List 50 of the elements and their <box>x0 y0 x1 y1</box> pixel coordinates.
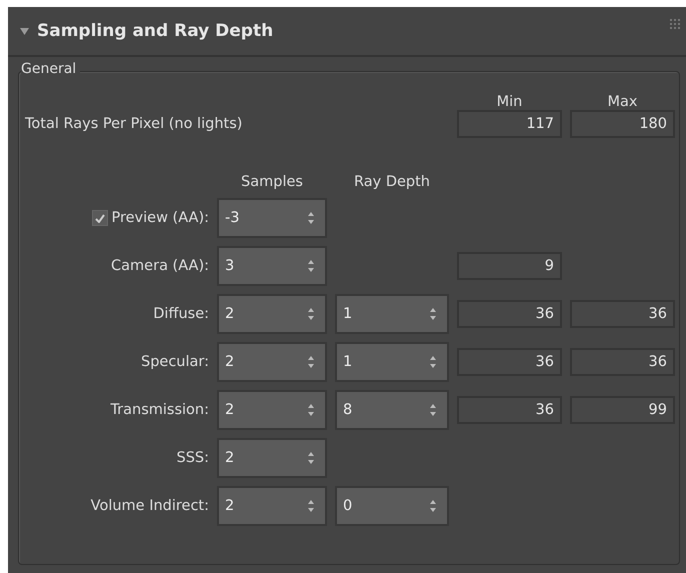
field-label: SSS: <box>176 450 209 466</box>
spinner-arrows-icon[interactable] <box>429 307 437 321</box>
column-header: Ray Depth <box>354 174 430 190</box>
spinner-field[interactable]: 2 <box>217 294 327 334</box>
spinner-arrows-icon[interactable] <box>307 259 315 273</box>
readout-field: 36 <box>457 348 562 376</box>
spinner-arrows-icon[interactable] <box>307 307 315 321</box>
spinner-arrows-icon[interactable] <box>307 451 315 465</box>
spinner-arrows-icon[interactable] <box>307 355 315 369</box>
readout-field: 9 <box>457 252 562 280</box>
spinner-field[interactable]: 2 <box>217 342 327 382</box>
spinner-field[interactable]: 1 <box>335 294 449 334</box>
readout-field: 117 <box>457 110 562 138</box>
field-label: Specular: <box>141 354 209 370</box>
spinner-arrows-icon[interactable] <box>429 403 437 417</box>
spinner-field[interactable]: -3 <box>217 198 327 238</box>
spinner-field[interactable]: 2 <box>217 486 327 526</box>
spinner-field[interactable]: 2 <box>217 390 327 430</box>
checkbox[interactable] <box>92 210 108 226</box>
spinner-arrows-icon[interactable] <box>307 499 315 513</box>
column-header: Samples <box>241 174 303 190</box>
readout-field: 36 <box>570 300 675 328</box>
field-label: Total Rays Per Pixel (no lights) <box>24 116 242 132</box>
group-title: General <box>21 61 80 77</box>
field-label: Preview (AA): <box>112 210 209 226</box>
readout-field: 36 <box>457 396 562 424</box>
spinner-arrows-icon[interactable] <box>307 403 315 417</box>
field-label: Transmission: <box>110 402 209 418</box>
column-header: Min <box>496 94 522 110</box>
spinner-field[interactable]: 2 <box>217 438 327 478</box>
collapse-triangle-icon[interactable] <box>20 28 29 34</box>
rollout-header[interactable]: Sampling and Ray Depth <box>8 7 686 57</box>
readout-field: 36 <box>570 348 675 376</box>
rollout-title: Sampling and Ray Depth <box>37 21 274 41</box>
readout-field: 36 <box>457 300 562 328</box>
spinner-arrows-icon[interactable] <box>307 211 315 225</box>
readout-field: 180 <box>570 110 675 138</box>
field-label: Volume Indirect: <box>90 498 209 514</box>
field-label: Diffuse: <box>153 306 209 322</box>
checkmark-icon <box>94 214 104 222</box>
spinner-field[interactable]: 0 <box>335 486 449 526</box>
spinner-field[interactable]: 1 <box>335 342 449 382</box>
spinner-field[interactable]: 8 <box>335 390 449 430</box>
spinner-field[interactable]: 3 <box>217 246 327 286</box>
spinner-arrows-icon[interactable] <box>429 499 437 513</box>
readout-field: 99 <box>570 396 675 424</box>
field-label: Camera (AA): <box>111 258 209 274</box>
drag-grip-icon[interactable] <box>670 19 680 29</box>
spinner-arrows-icon[interactable] <box>429 355 437 369</box>
column-header: Max <box>608 94 638 110</box>
